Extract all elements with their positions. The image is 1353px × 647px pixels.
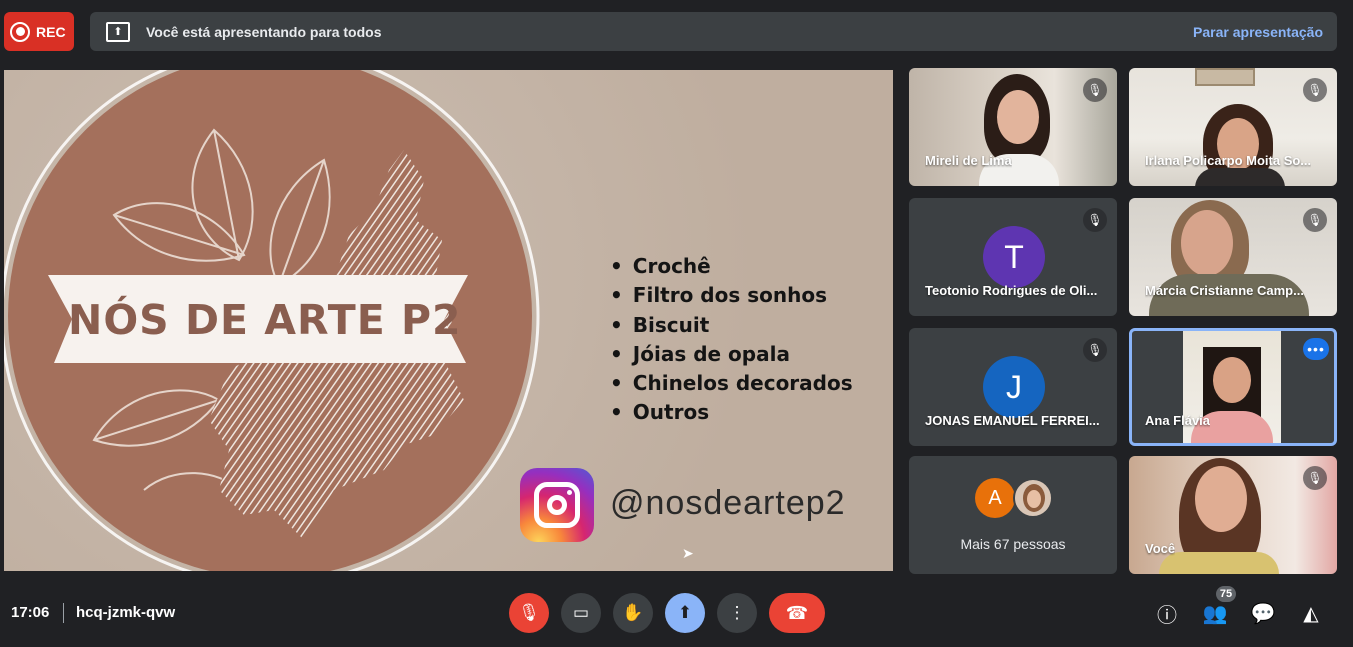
record-icon <box>10 21 30 42</box>
presenting-message: Você está apresentando para todos <box>146 23 382 40</box>
present-button[interactable]: ⬆ <box>665 593 705 633</box>
presenting-banner: ⬆ Você está apresentando para todos Para… <box>90 12 1337 51</box>
list-item: Crochê <box>610 252 853 281</box>
list-item: Outros <box>610 398 853 427</box>
meeting-code: hcq-jzmk-qvw <box>76 604 176 621</box>
participant-name: Ana Flávia <box>1145 413 1211 428</box>
info-icon: ⓘ <box>1157 604 1177 627</box>
participant-tile[interactable]: 🎙 Irlana Policarpo Moita So... <box>1129 68 1337 186</box>
mic-off-icon: 🎙 <box>518 603 540 622</box>
participant-name: Márcia Cristianne Camp... <box>1145 283 1304 298</box>
more-participants-tile[interactable]: A Mais 67 pessoas <box>909 456 1117 574</box>
mic-off-icon: 🎙 <box>1083 78 1107 102</box>
list-item: Biscuit <box>610 311 853 340</box>
camera-icon: ▭ <box>572 603 590 622</box>
more-options-icon[interactable]: ••• <box>1303 338 1329 360</box>
participant-tile[interactable]: J 🎙 JONAS EMANUEL FERREI... <box>909 328 1117 446</box>
participant-name: Teotonio Rodrigues de Oli... <box>925 283 1098 298</box>
mic-off-icon: 🎙 <box>1303 466 1327 490</box>
self-tile[interactable]: 🎙 Você <box>1129 456 1337 574</box>
mic-off-icon: 🎙 <box>1303 78 1327 102</box>
chat-icon: 💬 <box>1250 602 1276 625</box>
people-count-badge: 75 <box>1216 586 1236 602</box>
avatar-photo <box>1013 478 1053 518</box>
product-list: Crochê Filtro dos sonhos Biscuit Jóias d… <box>610 252 853 428</box>
raise-hand-icon: ✋ <box>622 603 644 622</box>
participant-name: Mireli de Lima <box>925 153 1012 168</box>
list-item: Chinelos decorados <box>610 369 853 398</box>
avatar: T <box>983 226 1045 288</box>
people-button[interactable]: 👥 <box>1202 600 1228 626</box>
more-participants-label: Mais 67 pessoas <box>960 536 1066 552</box>
participant-tile-active[interactable]: ••• Ana Flávia <box>1129 328 1337 446</box>
participant-name: JONAS EMANUEL FERREI... <box>925 413 1100 428</box>
mic-toggle-button[interactable]: 🎙 <box>509 593 549 633</box>
recording-label: REC <box>36 23 66 40</box>
leave-call-button[interactable]: ☎ <box>769 593 825 633</box>
more-options-button[interactable]: ⋮ <box>717 593 757 633</box>
recording-indicator: REC <box>4 12 74 51</box>
activities-button[interactable]: ◭ <box>1298 600 1324 626</box>
raise-hand-button[interactable]: ✋ <box>613 593 653 633</box>
avatar: J <box>983 356 1045 418</box>
meeting-details-button[interactable]: ⓘ <box>1154 600 1180 627</box>
mouse-cursor-icon: ➤ <box>682 545 694 561</box>
shared-screen: NÓS DE ARTE P2 Crochê Filtro dos sonhos … <box>4 70 893 571</box>
present-screen-icon: ⬆ <box>106 21 130 42</box>
participant-tile[interactable]: T 🎙 Teotonio Rodrigues de Oli... <box>909 198 1117 316</box>
mic-off-icon: 🎙 <box>1083 338 1107 362</box>
mic-off-icon: 🎙 <box>1083 208 1107 232</box>
present-icon: ⬆ <box>677 603 693 622</box>
divider <box>63 603 64 623</box>
avatar: A <box>975 478 1015 518</box>
logo-title: NÓS DE ARTE P2 <box>68 296 462 344</box>
participant-name: Você <box>1145 541 1176 556</box>
participant-tile[interactable]: 🎙 Márcia Cristianne Camp... <box>1129 198 1337 316</box>
stop-presenting-button[interactable]: Parar apresentação <box>1193 24 1323 40</box>
meeting-time: 17:06 <box>11 604 50 621</box>
activities-icon: ◭ <box>1303 602 1319 625</box>
participant-name: Irlana Policarpo Moita So... <box>1145 153 1312 168</box>
list-item: Jóias de opala <box>610 340 853 369</box>
hangup-icon: ☎ <box>785 602 809 623</box>
instagram-handle: @nosdeartep2 <box>610 484 846 522</box>
instagram-icon <box>520 468 594 542</box>
more-options-icon: ⋮ <box>728 603 746 622</box>
mic-off-icon: 🎙 <box>1303 208 1327 232</box>
people-icon: 👥 <box>1202 602 1228 625</box>
chat-button[interactable]: 💬 <box>1250 600 1276 626</box>
camera-toggle-button[interactable]: ▭ <box>561 593 601 633</box>
list-item: Filtro dos sonhos <box>610 281 853 310</box>
participant-tile[interactable]: 🎙 Mireli de Lima <box>909 68 1117 186</box>
